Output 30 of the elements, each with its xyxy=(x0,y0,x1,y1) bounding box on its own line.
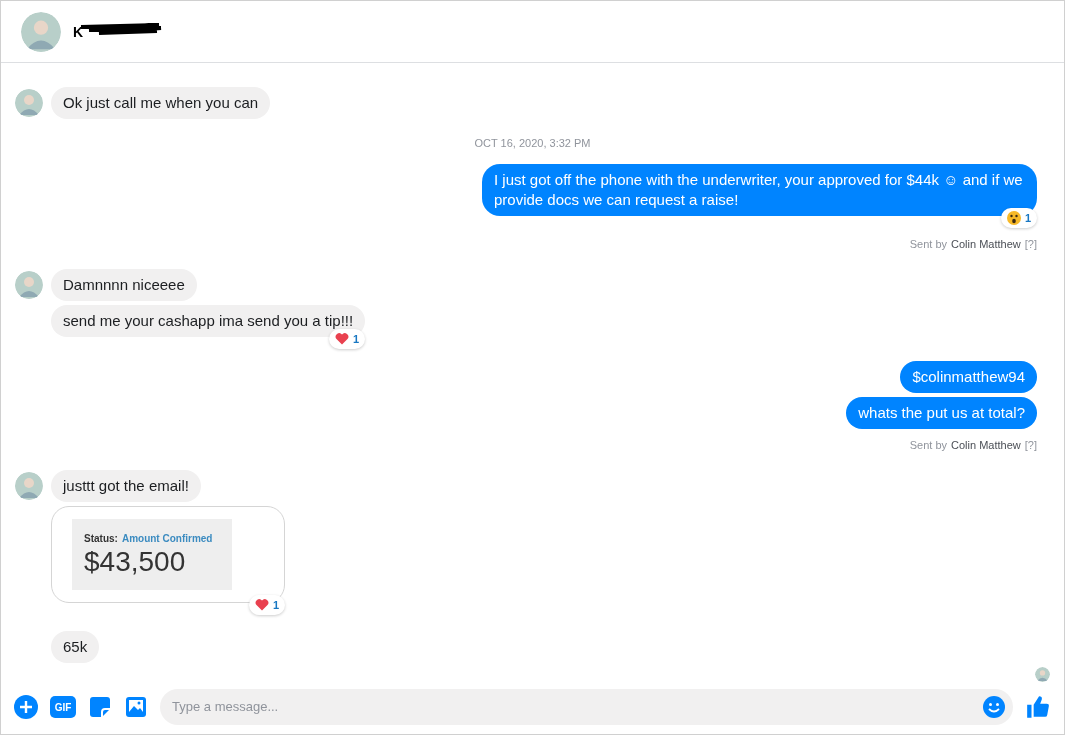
status-label: Status: xyxy=(84,531,118,546)
image-icon[interactable] xyxy=(124,695,148,719)
amount-text: $43,500 xyxy=(84,545,187,578)
add-icon[interactable] xyxy=(14,695,38,719)
gif-button[interactable]: GIF xyxy=(50,696,76,718)
message-bubble: justtt got the email! xyxy=(51,469,201,502)
message-bubble: $colinmatthew94 xyxy=(900,361,1037,393)
message-bubble: 65k xyxy=(51,631,100,663)
status-value: Amount Confirmed xyxy=(121,531,213,546)
help-link[interactable]: [?] xyxy=(1024,236,1037,253)
contact-name: K xyxy=(73,23,84,40)
message-bubble: whats the put us at total? xyxy=(846,397,1037,429)
contact-avatar xyxy=(21,11,61,52)
emoji-icon[interactable] xyxy=(983,696,1005,718)
reaction-badge[interactable]: 1 xyxy=(329,328,366,349)
sent-by-label: Sent by xyxy=(909,237,948,252)
sent-by-label: Sent by xyxy=(909,438,948,453)
thumbs-up-icon[interactable] xyxy=(1025,694,1051,720)
message-bubble: Ok just call me when you can xyxy=(51,87,271,119)
message-field[interactable]: Type a message... xyxy=(160,689,1013,725)
sender-link[interactable]: Colin Matthew xyxy=(951,437,1021,454)
heart-icon xyxy=(254,598,269,612)
message-input[interactable]: Type a message... xyxy=(172,697,983,717)
heart-icon xyxy=(335,332,350,346)
sender-link[interactable]: Colin Matthew xyxy=(951,236,1021,253)
help-link[interactable]: [?] xyxy=(1024,437,1037,454)
timestamp: OCT 16, 2020, 3:32 PM xyxy=(473,136,592,151)
sticker-icon[interactable] xyxy=(88,695,112,719)
message-bubble: Damnnnn niceeee xyxy=(51,268,197,301)
surprised-face-icon xyxy=(1006,210,1021,225)
